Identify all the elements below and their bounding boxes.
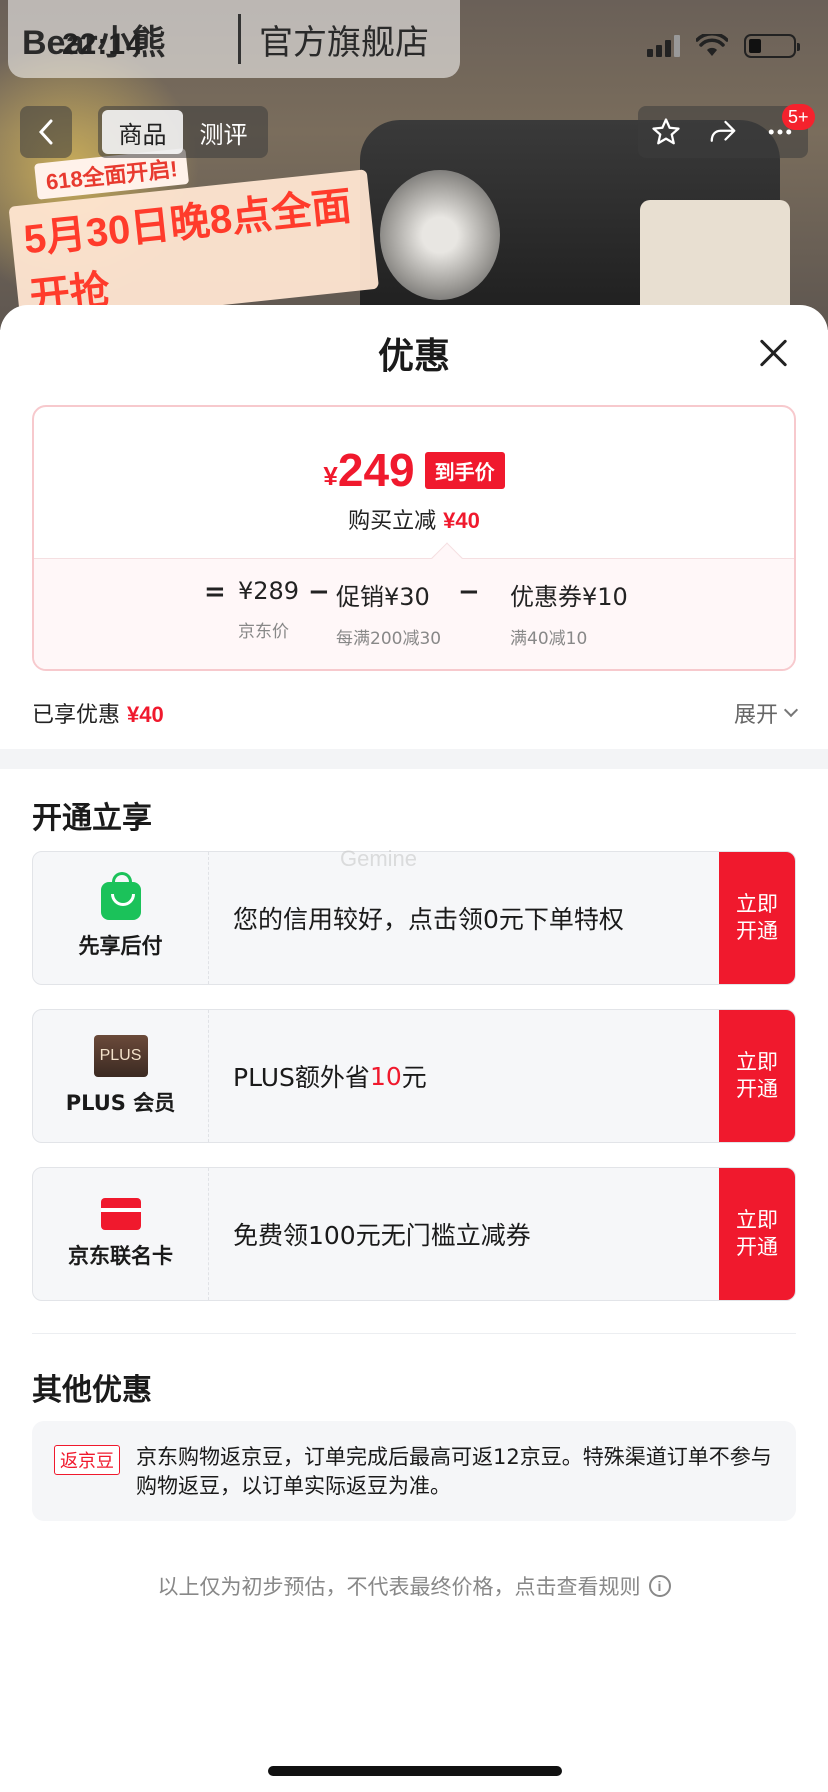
enjoyed-discount: 已享优惠 ¥40 xyxy=(32,697,164,729)
jd-price-label: 京东价 xyxy=(238,622,289,642)
product-body xyxy=(640,200,790,320)
battery-icon xyxy=(744,34,800,58)
wifi-icon xyxy=(696,34,728,56)
price-summary: ¥ 249 到手价 购买立减 ¥40 xyxy=(34,407,794,559)
membership-card-left: 先享后付 xyxy=(33,852,209,984)
plus-badge-icon: PLUS xyxy=(93,1035,148,1077)
sheet-title: 优惠 xyxy=(377,336,450,377)
discount-subtitle-amount: ¥40 xyxy=(443,508,480,533)
minus-sign: − xyxy=(308,577,330,607)
other-section-title: 其他优惠 xyxy=(32,1373,152,1408)
breakdown-coupon: 优惠券¥10 满40减10 xyxy=(510,577,628,649)
product-dial xyxy=(380,170,500,300)
product-tabs: 商品 测评 xyxy=(98,106,268,158)
membership-section-title: 开通立享 xyxy=(32,801,152,836)
activate-button[interactable]: 立即开通 xyxy=(719,852,795,984)
membership-name: 京东联名卡 xyxy=(68,1244,173,1268)
shopping-bag-icon xyxy=(100,872,141,920)
footer-note[interactable]: 以上仅为初步预估，不代表最终价格，点击查看规则 i xyxy=(0,1571,828,1601)
store-divider xyxy=(238,14,241,64)
membership-card-co-branded[interactable]: 京东联名卡 免费领100元无门槛立减券 立即开通 xyxy=(32,1167,796,1301)
currency-symbol: ¥ xyxy=(323,460,338,491)
membership-card-left: 京东联名卡 xyxy=(33,1168,209,1300)
section-separator xyxy=(0,749,828,769)
membership-name: PLUS 会员 xyxy=(65,1091,176,1115)
plus-text-suffix: 元 xyxy=(401,1063,427,1092)
enjoyed-amount: ¥40 xyxy=(127,702,164,727)
price-card: ¥ 249 到手价 购买立减 ¥40 = ¥289 京东价 − 促销¥30 每满… xyxy=(32,405,796,671)
membership-description: 您的信用较好，点击领0元下单特权 xyxy=(233,905,624,934)
coupon-value: 优惠券¥10 xyxy=(510,583,628,611)
expand-button[interactable]: 展开 xyxy=(733,697,799,729)
price-breakdown: = ¥289 京东价 − 促销¥30 每满200减30 − 优惠券¥10 满40… xyxy=(34,559,794,669)
rebate-description: 京东购物返京豆，订单完成后最高可返12京豆。特殊渠道订单不参与购物返豆，以订单实… xyxy=(136,1445,772,1498)
store-name: 官方旗舰店 xyxy=(259,22,429,63)
status-icons xyxy=(647,34,800,58)
activate-button[interactable]: 立即开通 xyxy=(719,1168,795,1300)
tab-product[interactable]: 商品 xyxy=(102,110,183,154)
enjoyed-discount-row: 已享优惠 ¥40 展开 xyxy=(32,693,799,733)
membership-description: PLUS额外省 10 元 xyxy=(233,1010,427,1142)
back-button[interactable] xyxy=(20,106,72,158)
status-bar: Bear小熊 官方旗舰店 22:14 xyxy=(0,0,828,84)
tab-review[interactable]: 测评 xyxy=(183,110,264,154)
breakdown-jd-price: ¥289 京东价 xyxy=(238,577,299,642)
promotion-rule: 每满200减30 xyxy=(336,629,442,649)
plus-text-highlight: 10 xyxy=(369,1061,402,1091)
home-indicator[interactable] xyxy=(268,1766,562,1776)
divider xyxy=(32,1333,796,1334)
plus-text-prefix: PLUS额外省 xyxy=(233,1063,370,1092)
breakdown-promotion: 促销¥30 每满200减30 xyxy=(336,577,441,649)
discount-sheet: 优惠 ¥ 249 到手价 购买立减 ¥40 = ¥289 京东价 − 促销¥30 xyxy=(0,305,828,1792)
final-price: 249 xyxy=(337,444,415,496)
share-icon[interactable] xyxy=(708,117,738,147)
cellular-signal-icon xyxy=(647,35,680,57)
chevron-down-icon xyxy=(783,702,799,718)
promotion-value: 促销¥30 xyxy=(336,583,430,611)
other-discount-box: 返京豆 京东购物返京豆，订单完成后最高可返12京豆。特殊渠道订单不参与购物返豆，… xyxy=(32,1421,796,1521)
chevron-left-icon xyxy=(38,119,53,145)
rebate-tag: 返京豆 xyxy=(54,1445,120,1475)
membership-card-left: PLUS PLUS 会员 xyxy=(33,1010,209,1142)
watermark: Gemine xyxy=(340,846,418,871)
message-badge: 5+ xyxy=(782,104,815,130)
equals-sign: = xyxy=(204,577,226,607)
final-price-tag: 到手价 xyxy=(424,451,505,489)
enjoyed-label: 已享优惠 xyxy=(32,703,121,728)
activate-button[interactable]: 立即开通 xyxy=(719,1010,795,1142)
credit-card-icon xyxy=(100,1198,141,1230)
expand-label: 展开 xyxy=(733,703,778,728)
coupon-rule: 满40减10 xyxy=(510,629,588,649)
footer-text: 以上仅为初步预估，不代表最终价格，点击查看规则 xyxy=(157,1575,641,1599)
info-icon[interactable]: i xyxy=(648,1575,671,1597)
discount-subtitle-label: 购买立减 xyxy=(348,509,437,534)
membership-name: 先享后付 xyxy=(78,934,163,958)
membership-card-plus[interactable]: PLUS PLUS 会员 PLUS额外省 10 元 立即开通 xyxy=(32,1009,796,1143)
close-icon[interactable] xyxy=(758,337,790,369)
jd-price-value: ¥289 xyxy=(238,577,300,605)
discount-subtitle: 购买立减 ¥40 xyxy=(34,503,794,535)
status-time: 22:14 xyxy=(62,28,144,61)
minus-sign: − xyxy=(458,577,480,607)
final-price-row: ¥ 249 到手价 xyxy=(34,443,794,497)
star-icon[interactable] xyxy=(651,117,681,147)
membership-description: 免费领100元无门槛立减券 xyxy=(233,1221,531,1250)
